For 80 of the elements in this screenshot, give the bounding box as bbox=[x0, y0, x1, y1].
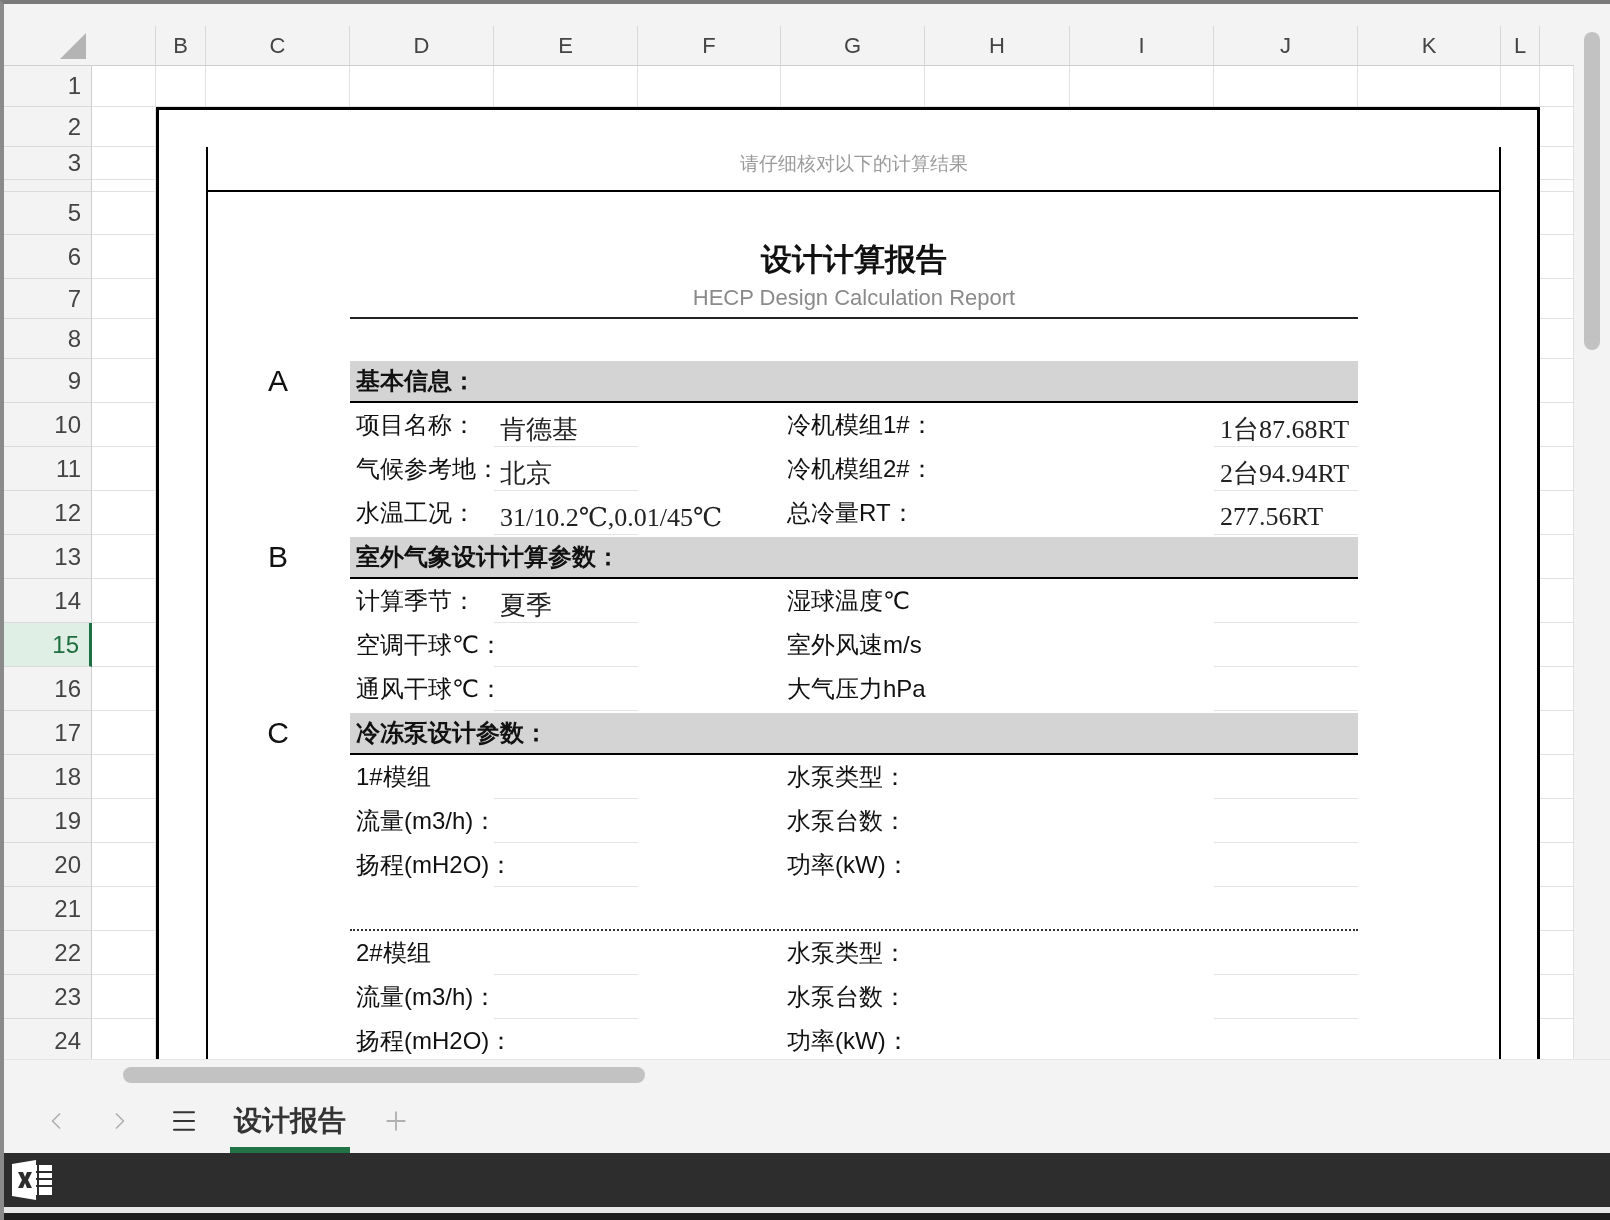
field-value: 2台94.94RT bbox=[1219, 457, 1350, 490]
field-label: 2#模组 bbox=[355, 938, 431, 968]
row-header[interactable]: 13 bbox=[4, 535, 92, 579]
field-label: 水泵类型： bbox=[786, 762, 907, 792]
field-label: 空调干球℃： bbox=[355, 630, 503, 660]
field-label: 湿球温度℃ bbox=[786, 586, 910, 616]
spreadsheet-app-icon[interactable] bbox=[12, 1160, 54, 1200]
field-label: 功率(kW)： bbox=[786, 1026, 910, 1056]
row-header[interactable]: 15 bbox=[4, 623, 92, 667]
field-value: 31/10.2℃,0.01/45℃ bbox=[499, 501, 723, 533]
field-label: 大气压力hPa bbox=[786, 674, 926, 704]
row-header[interactable]: 1 bbox=[4, 66, 92, 107]
horizontal-scrollbar[interactable] bbox=[123, 1066, 645, 1083]
field-label: 水泵类型： bbox=[786, 938, 907, 968]
section-letter: C bbox=[267, 716, 289, 750]
field-label: 冷机模组2#： bbox=[786, 454, 934, 484]
field-label: 流量(m3/h)： bbox=[355, 806, 498, 836]
grid-cell[interactable] bbox=[92, 66, 156, 107]
field-value: 夏季 bbox=[499, 589, 552, 622]
report-subtitle: HECP Design Calculation Report bbox=[692, 285, 1016, 311]
vertical-scrollbar[interactable] bbox=[1584, 32, 1600, 350]
section-heading-bar: 冷冻泵设计参数： bbox=[350, 713, 1358, 755]
row-header[interactable]: 9 bbox=[4, 359, 92, 403]
field-label: 通风干球℃： bbox=[355, 674, 503, 704]
select-all-icon[interactable] bbox=[60, 33, 86, 59]
field-label: 水泵台数： bbox=[786, 982, 907, 1012]
row-header[interactable]: 2 bbox=[4, 107, 92, 147]
section-heading-bar: 基本信息： bbox=[350, 361, 1358, 403]
row-header[interactable]: 11 bbox=[4, 447, 92, 491]
column-header[interactable]: K bbox=[1358, 26, 1501, 66]
column-header[interactable]: G bbox=[781, 26, 925, 66]
row-header[interactable] bbox=[4, 180, 92, 192]
field-value: 北京 bbox=[499, 457, 552, 490]
column-header[interactable]: L bbox=[1501, 26, 1540, 66]
row-header[interactable]: 22 bbox=[4, 931, 92, 975]
field-label: 流量(m3/h)： bbox=[355, 982, 498, 1012]
column-header[interactable]: F bbox=[638, 26, 781, 66]
row-header[interactable]: 8 bbox=[4, 319, 92, 359]
column-header[interactable]: I bbox=[1070, 26, 1214, 66]
row-header[interactable]: 21 bbox=[4, 887, 92, 931]
row-header[interactable]: 19 bbox=[4, 799, 92, 843]
field-label: 扬程(mH2O)： bbox=[355, 850, 514, 880]
row-header[interactable]: 24 bbox=[4, 1019, 92, 1059]
row-header[interactable]: 20 bbox=[4, 843, 92, 887]
report-title: 设计计算报告 bbox=[761, 241, 947, 279]
field-label: 室外风速m/s bbox=[786, 630, 922, 660]
row-header[interactable]: 16 bbox=[4, 667, 92, 711]
section-heading-bar: 室外气象设计计算参数： bbox=[350, 537, 1358, 579]
field-value: 1台87.68RT bbox=[1219, 413, 1350, 446]
field-label: 1#模组 bbox=[355, 762, 431, 792]
field-label: 项目名称： bbox=[355, 410, 476, 440]
column-header[interactable]: B bbox=[156, 26, 206, 66]
field-label: 总冷量RT： bbox=[786, 498, 915, 528]
field-value: 肯德基 bbox=[499, 413, 578, 446]
row-header[interactable]: 23 bbox=[4, 975, 92, 1019]
field-label: 计算季节： bbox=[355, 586, 476, 616]
row-header[interactable]: 3 bbox=[4, 147, 92, 180]
field-label: 水泵台数： bbox=[786, 806, 907, 836]
field-value: 277.56RT bbox=[1219, 502, 1324, 532]
row-header[interactable]: 14 bbox=[4, 579, 92, 623]
field-label: 冷机模组1#： bbox=[786, 410, 934, 440]
row-header[interactable]: 7 bbox=[4, 279, 92, 319]
row-header[interactable]: 10 bbox=[4, 403, 92, 447]
column-header[interactable]: E bbox=[494, 26, 638, 66]
row-header[interactable]: 17 bbox=[4, 711, 92, 755]
field-label: 水温工况： bbox=[355, 498, 476, 528]
row-header[interactable]: 5 bbox=[4, 192, 92, 235]
field-label: 扬程(mH2O)： bbox=[355, 1026, 514, 1056]
row-header[interactable]: 6 bbox=[4, 235, 92, 279]
column-header[interactable]: J bbox=[1214, 26, 1358, 66]
column-header[interactable]: C bbox=[206, 26, 350, 66]
field-label: 功率(kW)： bbox=[786, 850, 910, 880]
section-letter: A bbox=[268, 364, 288, 398]
section-letter: B bbox=[268, 540, 288, 574]
row-header[interactable]: 18 bbox=[4, 755, 92, 799]
report-note: 请仔细核对以下的计算结果 bbox=[739, 151, 968, 176]
column-header[interactable]: D bbox=[350, 26, 494, 66]
row-header[interactable]: 12 bbox=[4, 491, 92, 535]
column-header[interactable]: H bbox=[925, 26, 1070, 66]
field-label: 气候参考地： bbox=[355, 454, 500, 484]
